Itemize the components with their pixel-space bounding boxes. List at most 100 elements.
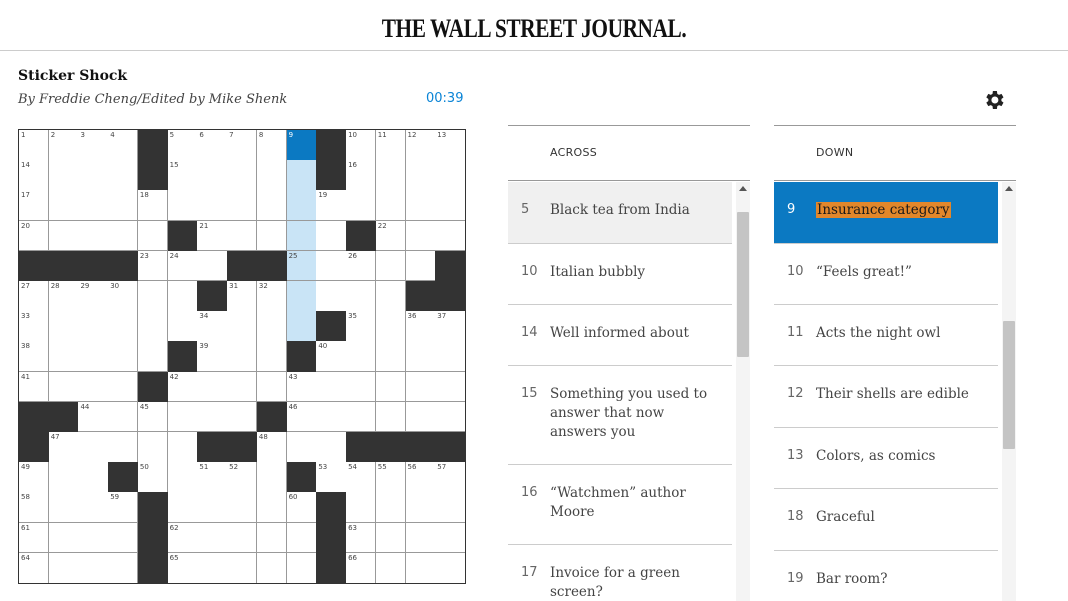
grid-cell[interactable] [405, 522, 436, 554]
grid-cell[interactable]: 10 [346, 130, 377, 161]
grid-cell[interactable]: 53 [316, 462, 347, 493]
grid-cell[interactable] [286, 552, 317, 584]
grid-cell[interactable] [167, 462, 198, 493]
scroll-up-icon[interactable] [1005, 186, 1013, 191]
grid-cell[interactable]: 19 [316, 190, 347, 222]
clue-item[interactable]: 15 Something you used to answer that now … [508, 366, 732, 465]
grid-cell[interactable] [197, 160, 228, 191]
grid-cell[interactable] [256, 190, 288, 222]
grid-cell[interactable]: 39 [197, 341, 228, 373]
grid-cell[interactable] [316, 432, 347, 463]
grid-cell[interactable] [256, 371, 288, 403]
grid-cell[interactable] [286, 432, 317, 463]
grid-cell[interactable]: 36 [405, 311, 436, 342]
grid-cell[interactable] [167, 190, 198, 222]
grid-cell[interactable]: 15 [167, 160, 198, 191]
grid-cell[interactable] [346, 281, 377, 312]
grid-cell[interactable]: 6 [197, 130, 228, 161]
grid-cell[interactable] [78, 160, 109, 191]
grid-cell[interactable] [405, 552, 436, 584]
grid-cell[interactable]: 24 [167, 250, 198, 282]
clue-item[interactable]: 10 Italian bubbly [508, 244, 732, 305]
grid-cell[interactable] [48, 341, 79, 373]
grid-cell[interactable] [227, 311, 258, 342]
grid-cell[interactable] [137, 341, 169, 373]
grid-cell[interactable]: 52 [227, 462, 258, 493]
down-clue-list[interactable]: 9 Insurance category 10 “Feels great!” 11 Act… [774, 182, 998, 601]
grid-cell[interactable] [405, 341, 436, 373]
grid-cell[interactable] [435, 401, 466, 433]
grid-cell[interactable]: 63 [346, 522, 377, 554]
grid-cell[interactable] [286, 160, 317, 191]
wsj-logo[interactable]: THE WALL STREET JOURNAL. [96, 14, 972, 44]
grid-cell[interactable]: 44 [78, 401, 109, 433]
grid-cell[interactable]: 21 [197, 220, 228, 252]
grid-cell[interactable] [48, 371, 79, 403]
grid-cell[interactable] [227, 401, 258, 433]
grid-cell[interactable]: 60 [286, 492, 317, 524]
grid-cell[interactable] [286, 190, 317, 222]
grid-cell[interactable] [78, 492, 109, 524]
grid-cell[interactable] [108, 432, 139, 463]
grid-cell[interactable] [256, 552, 288, 584]
grid-cell[interactable] [286, 522, 317, 554]
grid-cell[interactable] [227, 371, 258, 403]
grid-cell[interactable] [346, 371, 377, 403]
grid-cell[interactable]: 25 [286, 250, 317, 282]
grid-cell[interactable] [286, 311, 317, 342]
clue-item[interactable]: 17 Invoice for a green screen? [508, 545, 732, 601]
grid-cell[interactable] [286, 220, 317, 252]
grid-cell[interactable]: 12 [405, 130, 436, 161]
grid-cell[interactable] [167, 401, 198, 433]
grid-cell[interactable]: 31 [227, 281, 258, 312]
across-scrollbar[interactable] [736, 182, 750, 601]
grid-cell[interactable] [346, 492, 377, 524]
grid-cell[interactable] [108, 401, 139, 433]
grid-cell[interactable]: 38 [19, 341, 50, 373]
grid-cell[interactable] [286, 281, 317, 312]
grid-cell[interactable]: 34 [197, 311, 228, 342]
grid-cell[interactable] [405, 401, 436, 433]
grid-cell[interactable]: 59 [108, 492, 139, 524]
grid-cell[interactable]: 64 [19, 552, 50, 584]
grid-cell[interactable] [435, 522, 466, 554]
down-scroll-thumb[interactable] [1003, 321, 1015, 449]
gear-icon[interactable] [982, 88, 1006, 112]
grid-cell[interactable] [435, 190, 466, 222]
clue-item[interactable]: 5 Black tea from India [508, 182, 732, 244]
grid-cell[interactable] [256, 462, 288, 493]
grid-cell[interactable] [435, 220, 466, 252]
grid-cell[interactable]: 56 [405, 462, 436, 493]
grid-cell[interactable]: 20 [19, 220, 50, 252]
grid-cell[interactable]: 30 [108, 281, 139, 312]
grid-cell[interactable]: 16 [346, 160, 377, 191]
grid-cell[interactable] [108, 190, 139, 222]
grid-cell[interactable] [197, 492, 228, 524]
grid-cell[interactable]: 47 [48, 432, 79, 463]
grid-cell[interactable]: 7 [227, 130, 258, 161]
grid-cell[interactable] [346, 341, 377, 373]
clue-item[interactable]: 16 “Watchmen” author Moore [508, 465, 732, 545]
grid-cell[interactable] [256, 311, 288, 342]
grid-cell[interactable] [48, 492, 79, 524]
grid-cell[interactable] [405, 371, 436, 403]
grid-cell[interactable] [197, 401, 228, 433]
grid-cell[interactable] [78, 432, 109, 463]
grid-cell[interactable]: 46 [286, 401, 317, 433]
grid-cell[interactable] [197, 522, 228, 554]
grid-cell[interactable] [435, 160, 466, 191]
grid-cell[interactable] [48, 220, 79, 252]
grid-cell[interactable]: 1 [19, 130, 50, 161]
grid-cell[interactable]: 50 [137, 462, 169, 493]
grid-cell[interactable] [108, 371, 139, 403]
grid-cell[interactable] [346, 190, 377, 222]
grid-cell[interactable]: 43 [286, 371, 317, 403]
grid-cell[interactable]: 2 [48, 130, 79, 161]
grid-cell[interactable] [375, 160, 407, 191]
grid-cell[interactable] [78, 522, 109, 554]
scroll-up-icon[interactable] [739, 186, 747, 191]
grid-cell[interactable]: 55 [375, 462, 407, 493]
grid-cell[interactable] [316, 401, 347, 433]
grid-cell[interactable] [108, 552, 139, 584]
grid-cell[interactable] [167, 281, 198, 312]
